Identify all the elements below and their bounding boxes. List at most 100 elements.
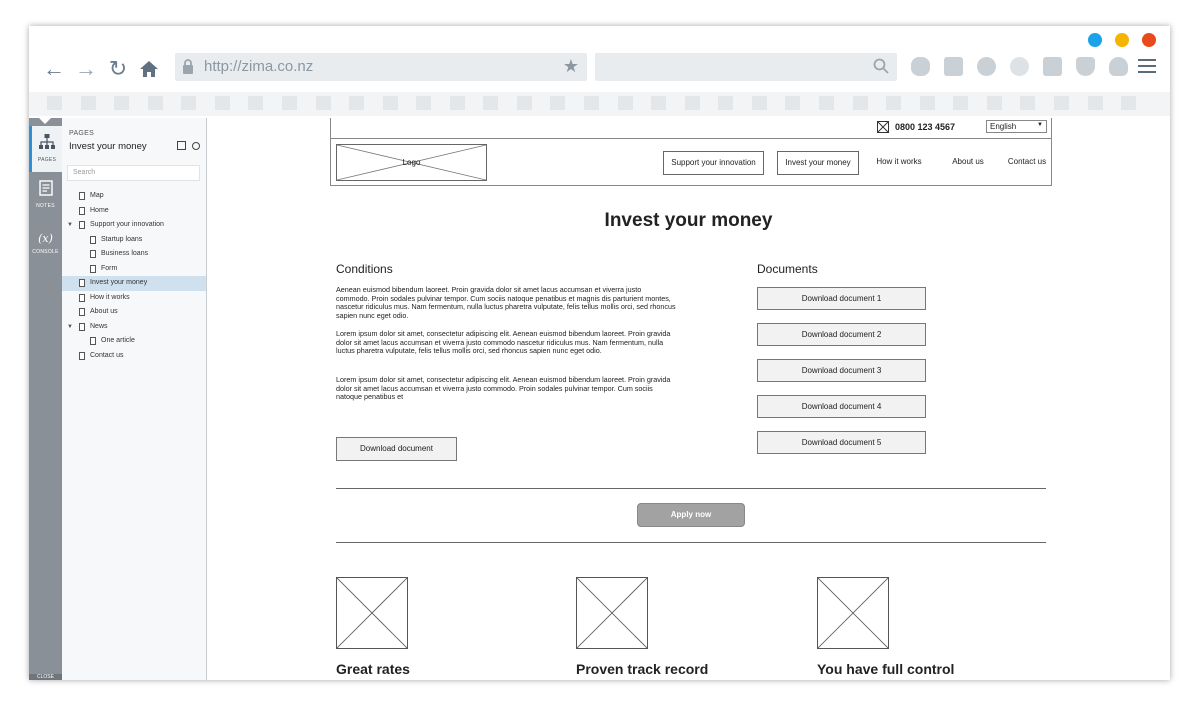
tree-item-support-your-innovation[interactable]: ▼ Support your innovation: [62, 218, 206, 233]
download-document-4-button[interactable]: Download document 4: [757, 395, 926, 418]
nav-about-us[interactable]: About us: [946, 151, 990, 175]
bookmark-item[interactable]: [47, 96, 62, 110]
home-icon[interactable]: [136, 56, 162, 82]
bookmark-item[interactable]: [517, 96, 532, 110]
tree-item-one-article[interactable]: One article: [62, 334, 206, 349]
bookmark-item[interactable]: [718, 96, 733, 110]
rail-pages[interactable]: PAGES: [29, 126, 62, 172]
pages-section-label: PAGES: [69, 130, 95, 137]
dropdown-arrow-icon: ▼: [1037, 122, 1043, 128]
page-icon: [79, 192, 85, 200]
nav-contact-us[interactable]: Contact us: [1003, 151, 1051, 175]
bookmark-item[interactable]: [450, 96, 465, 110]
bookmark-item[interactable]: [886, 96, 901, 110]
caret-down-icon[interactable]: ▼: [67, 218, 73, 233]
bookmark-item[interactable]: [987, 96, 1002, 110]
bookmark-item[interactable]: [1054, 96, 1069, 110]
download-document-button[interactable]: Download document: [336, 437, 457, 461]
shield-icon[interactable]: [1076, 57, 1095, 76]
pages-tree: Map Home ▼ Support your innovation Startu…: [62, 189, 206, 363]
rail-notes-label: NOTES: [36, 203, 55, 209]
current-page-title: Invest your money: [69, 141, 147, 152]
address-url: http://zima.co.nz: [204, 58, 314, 75]
cloud-icon[interactable]: [911, 57, 930, 76]
back-arrow-icon[interactable]: ←: [41, 56, 67, 82]
tree-item-contact-us[interactable]: Contact us: [62, 349, 206, 364]
bookmark-item[interactable]: [316, 96, 331, 110]
address-bar[interactable]: http://zima.co.nz ★: [175, 53, 587, 81]
window-dot-blue[interactable]: [1088, 33, 1102, 47]
site-header: 0800 123 4567 English ▼ Logo Support your…: [330, 118, 1052, 186]
rail-close-button[interactable]: CLOSE: [29, 674, 62, 680]
bookmark-item[interactable]: [81, 96, 96, 110]
bookmark-item[interactable]: [651, 96, 666, 110]
bookmark-item[interactable]: [1088, 96, 1103, 110]
download-document-5-button[interactable]: Download document 5: [757, 431, 926, 454]
nav-invest-your-money[interactable]: Invest your money: [777, 151, 859, 175]
bookmark-item[interactable]: [853, 96, 868, 110]
language-select[interactable]: English ▼: [986, 120, 1047, 133]
broadcast-icon[interactable]: [1010, 57, 1029, 76]
download-document-2-button[interactable]: Download document 2: [757, 323, 926, 346]
rail-notes[interactable]: NOTES: [29, 180, 62, 209]
caret-down-icon[interactable]: ▼: [67, 320, 73, 335]
bookmark-item[interactable]: [248, 96, 263, 110]
heart-icon[interactable]: [1109, 57, 1128, 76]
image-placeholder-cross: [817, 577, 889, 649]
bookmark-item[interactable]: [953, 96, 968, 110]
rail-console[interactable]: (x) CONSOLE: [29, 229, 62, 255]
pin-icon[interactable]: [192, 142, 200, 150]
bookmark-item[interactable]: [349, 96, 364, 110]
bookmark-item[interactable]: [1121, 96, 1136, 110]
bookmark-item[interactable]: [785, 96, 800, 110]
open-external-icon[interactable]: [177, 141, 186, 150]
tree-item-form[interactable]: Form: [62, 262, 206, 277]
window-dot-red[interactable]: [1142, 33, 1156, 47]
bookmark-item[interactable]: [1020, 96, 1035, 110]
bookmark-item[interactable]: [618, 96, 633, 110]
bookmark-item[interactable]: [584, 96, 599, 110]
bookmark-item[interactable]: [114, 96, 129, 110]
browser-search-bar[interactable]: [595, 53, 897, 81]
bookmark-item[interactable]: [215, 96, 230, 110]
bookmark-item[interactable]: [819, 96, 834, 110]
nav-how-it-works[interactable]: How it works: [871, 151, 927, 175]
reload-icon[interactable]: ↻: [105, 56, 131, 82]
bookmark-item[interactable]: [483, 96, 498, 110]
tree-item-how-it-works[interactable]: How it works: [62, 291, 206, 306]
download-document-3-button[interactable]: Download document 3: [757, 359, 926, 382]
bookmark-item[interactable]: [383, 96, 398, 110]
apply-now-button[interactable]: Apply now: [637, 503, 745, 527]
tree-item-home[interactable]: Home: [62, 204, 206, 219]
bookmark-item[interactable]: [416, 96, 431, 110]
hamburger-menu-icon[interactable]: [1138, 59, 1156, 77]
page-icon: [79, 221, 85, 229]
bookmark-item[interactable]: [181, 96, 196, 110]
tree-item-invest-your-money[interactable]: Invest your money: [62, 276, 206, 291]
bookmark-item[interactable]: [148, 96, 163, 110]
tree-item-news[interactable]: ▼ News: [62, 320, 206, 335]
bookmark-item[interactable]: [282, 96, 297, 110]
alert-icon[interactable]: [977, 57, 996, 76]
briefcase-icon[interactable]: [1043, 57, 1062, 76]
download-document-1-button[interactable]: Download document 1: [757, 287, 926, 310]
camera-icon[interactable]: [944, 57, 963, 76]
bookmark-item[interactable]: [685, 96, 700, 110]
pages-search-input[interactable]: Search: [67, 165, 200, 181]
window-dot-yellow[interactable]: [1115, 33, 1129, 47]
tree-item-startup-loans[interactable]: Startup loans: [62, 233, 206, 248]
forward-arrow-icon[interactable]: →: [73, 56, 99, 82]
page-icon: [90, 250, 96, 258]
tree-item-map[interactable]: Map: [62, 189, 206, 204]
collapse-chevron-icon[interactable]: [39, 118, 51, 124]
tree-item-about-us[interactable]: About us: [62, 305, 206, 320]
notes-icon: [38, 180, 53, 196]
logo-placeholder[interactable]: Logo: [336, 144, 487, 181]
bookmark-item[interactable]: [920, 96, 935, 110]
nav-support-your-innovation[interactable]: Support your innovation: [663, 151, 764, 175]
tree-item-business-loans[interactable]: Business loans: [62, 247, 206, 262]
bookmark-item[interactable]: [752, 96, 767, 110]
star-icon[interactable]: ★: [563, 56, 579, 77]
sitemap-icon: [39, 134, 55, 149]
bookmark-item[interactable]: [550, 96, 565, 110]
